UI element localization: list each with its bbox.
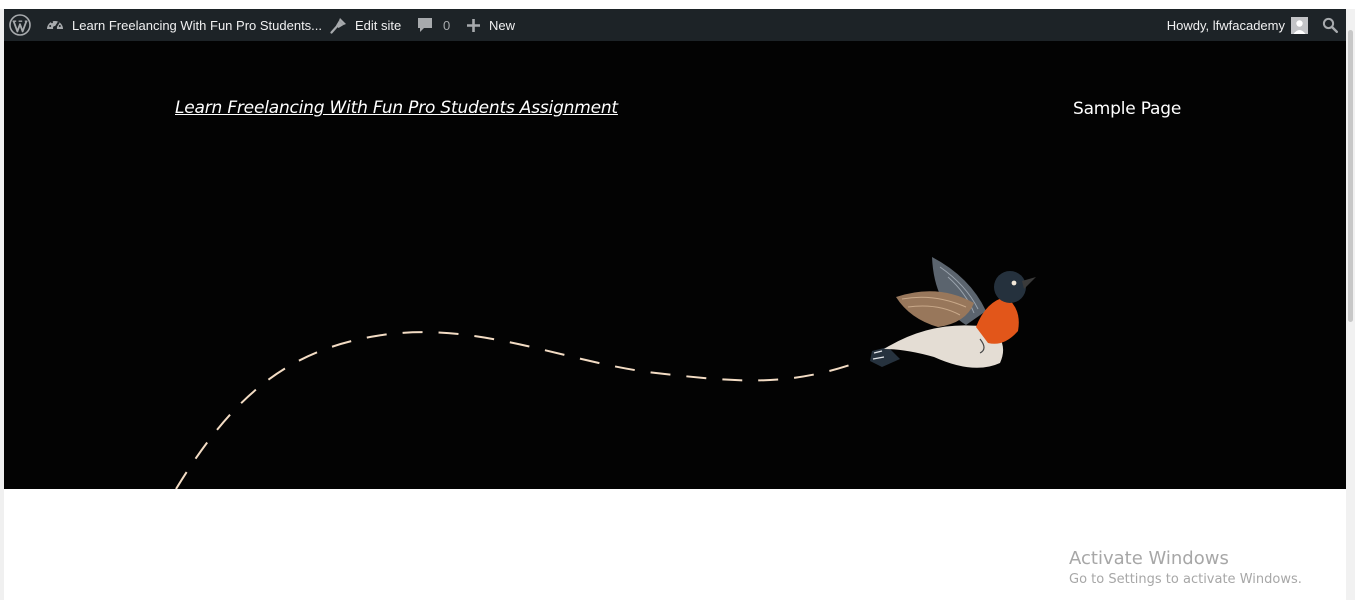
site-name-label: Learn Freelancing With Fun Pro Students.…: [72, 17, 323, 33]
activation-title: Activate Windows: [1069, 548, 1229, 569]
wordpress-logo-icon: [9, 14, 31, 36]
dashboard-icon: [46, 16, 64, 34]
dashed-flight-path: [175, 331, 857, 489]
wordpress-logo-button[interactable]: [9, 9, 31, 41]
new-content-button[interactable]: New: [466, 9, 515, 41]
search-icon: [1322, 17, 1338, 33]
site-header-hero: Learn Freelancing With Fun Pro Students …: [4, 41, 1346, 489]
edit-site-label: Edit site: [355, 17, 402, 33]
edit-brush-icon: [330, 16, 348, 34]
site-name-menu[interactable]: Learn Freelancing With Fun Pro Students.…: [46, 9, 322, 41]
comments-button[interactable]: 0: [416, 9, 450, 41]
plus-icon: [466, 18, 481, 33]
comment-icon: [416, 16, 434, 34]
windows-activation-watermark: Activate Windows Go to Settings to activ…: [1069, 548, 1302, 590]
avatar-icon: [1291, 16, 1308, 34]
bird-illustration: [870, 257, 1036, 368]
scrollbar-thumb[interactable]: [1348, 30, 1353, 322]
edit-site-button[interactable]: Edit site: [330, 9, 401, 41]
comments-count: 0: [443, 17, 451, 33]
wp-admin-bar: Learn Freelancing With Fun Pro Students.…: [4, 9, 1346, 41]
search-button[interactable]: [1322, 9, 1338, 41]
hero-illustration: [175, 257, 1036, 489]
my-account-menu[interactable]: Howdy, lfwfacademy: [1167, 9, 1308, 41]
howdy-label: Howdy, lfwfacademy: [1166, 17, 1285, 33]
new-label: New: [489, 17, 516, 33]
browser-top-strip: [0, 0, 1355, 9]
activation-subtitle: Go to Settings to activate Windows.: [1069, 572, 1302, 587]
